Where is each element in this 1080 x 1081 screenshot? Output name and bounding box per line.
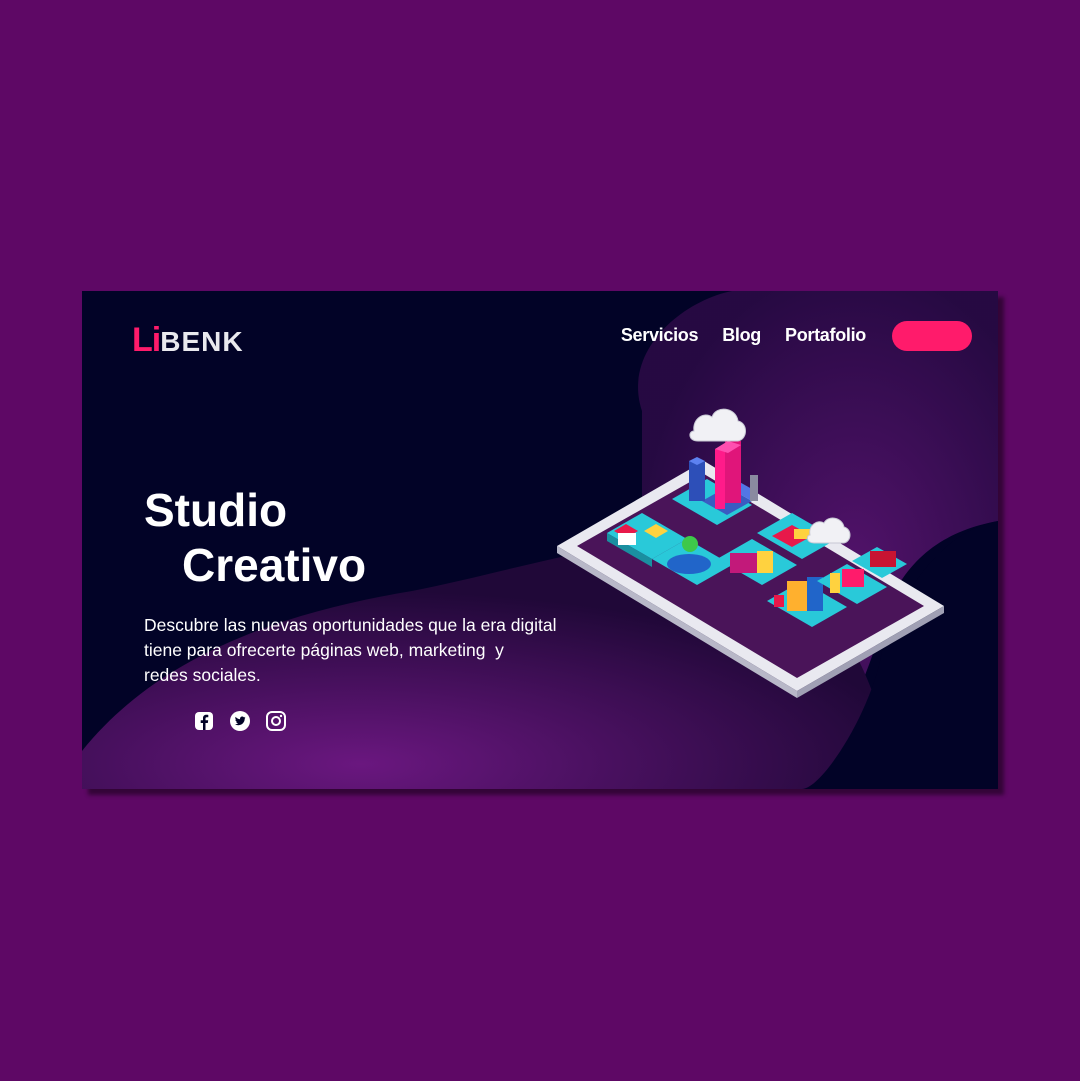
facebook-icon[interactable]: [192, 709, 216, 733]
hero-description-line3: redes sociales.: [144, 665, 261, 685]
hero-description: Descubre las nuevas oportunidades que la…: [144, 613, 614, 688]
hero-title-line2: Creativo: [182, 539, 367, 591]
hero-description-line1: Descubre las nuevas oportunidades que la…: [144, 615, 557, 635]
nav-item-servicios[interactable]: Servicios: [621, 325, 699, 346]
hero-title-line1: Studio: [144, 484, 288, 536]
instagram-icon[interactable]: [264, 709, 288, 733]
cta-button[interactable]: [892, 321, 972, 351]
nav-item-blog[interactable]: Blog: [722, 325, 761, 346]
twitter-icon[interactable]: [228, 709, 252, 733]
logo[interactable]: Li BENK: [132, 321, 244, 361]
nav-item-portafolio[interactable]: Portafolio: [785, 325, 866, 346]
social-links: [192, 709, 288, 733]
isometric-city-illustration: [557, 408, 944, 698]
hero-description-line2: tiene para ofrecerte páginas web, market…: [144, 640, 504, 660]
logo-mark: Li: [132, 321, 161, 359]
hero-card: Li BENK Servicios Blog Portafolio Studio…: [82, 291, 998, 789]
logo-text: BENK: [160, 326, 244, 357]
main-nav: Servicios Blog Portafolio: [621, 325, 866, 346]
